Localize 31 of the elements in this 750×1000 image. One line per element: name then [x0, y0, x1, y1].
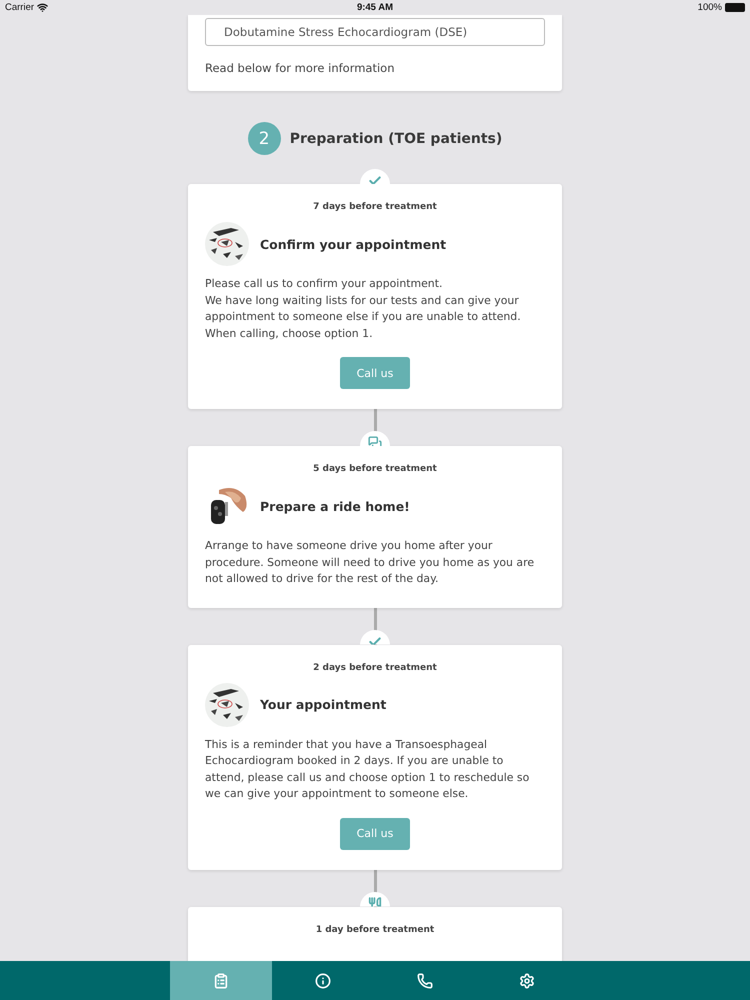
- card-text: This is a reminder that you have a Transoesphageal Echocardiogram booked in 2 days. If you are unable to attend, please call us and choose option 1 to reschedule so we can give your appointment to someone else.: [205, 736, 530, 802]
- timing-label: 1 day before treatment: [314, 924, 436, 934]
- clipboard-icon: [213, 972, 229, 988]
- battery-percent: 100%: [698, 2, 722, 13]
- chat-icon: [368, 436, 382, 446]
- test-type-field[interactable]: Dobutamine Stress Echocardiogram (DSE): [205, 18, 545, 46]
- carrier-label: Carrier: [5, 2, 34, 13]
- card-title: Prepare a ride home!: [260, 498, 410, 514]
- check-icon: [368, 634, 382, 644]
- wifi-icon: [37, 2, 48, 13]
- phone-icon: [417, 972, 433, 988]
- settings-icon: [519, 972, 535, 988]
- call-button[interactable]: Call us: [340, 818, 410, 850]
- timing-label: 5 days before treatment: [312, 464, 438, 474]
- call-button[interactable]: Call us: [340, 357, 410, 389]
- card-text: Please call us to confirm your appointment.: [205, 276, 444, 292]
- info-note: Read below for more information: [205, 61, 396, 75]
- step-title: Preparation (TOE patients): [290, 130, 502, 146]
- info-icon: [315, 972, 331, 988]
- card-title: Confirm your appointment: [260, 236, 446, 252]
- timing-label: 2 days before treatment: [312, 662, 438, 672]
- tab-bar-item[interactable]: [170, 961, 272, 1000]
- card-text: We have long waiting lists for our tests and can give your appointment to someone else if you are unable to attend. When calling, choose option 1.: [205, 292, 522, 342]
- step-number: 2: [248, 122, 281, 155]
- utensils-icon: [368, 896, 382, 906]
- card-text: Arrange to have someone drive you home after your procedure. Someone will need to drive you home as you are not allowed to drive for the rest of the day.: [205, 538, 536, 587]
- battery-icon: [724, 3, 745, 12]
- card-title: Your appointment: [260, 697, 386, 712]
- clock-time: 9:45 AM: [356, 2, 394, 13]
- timing-label: 7 days before treatment: [312, 202, 438, 212]
- check-icon: [368, 174, 382, 184]
